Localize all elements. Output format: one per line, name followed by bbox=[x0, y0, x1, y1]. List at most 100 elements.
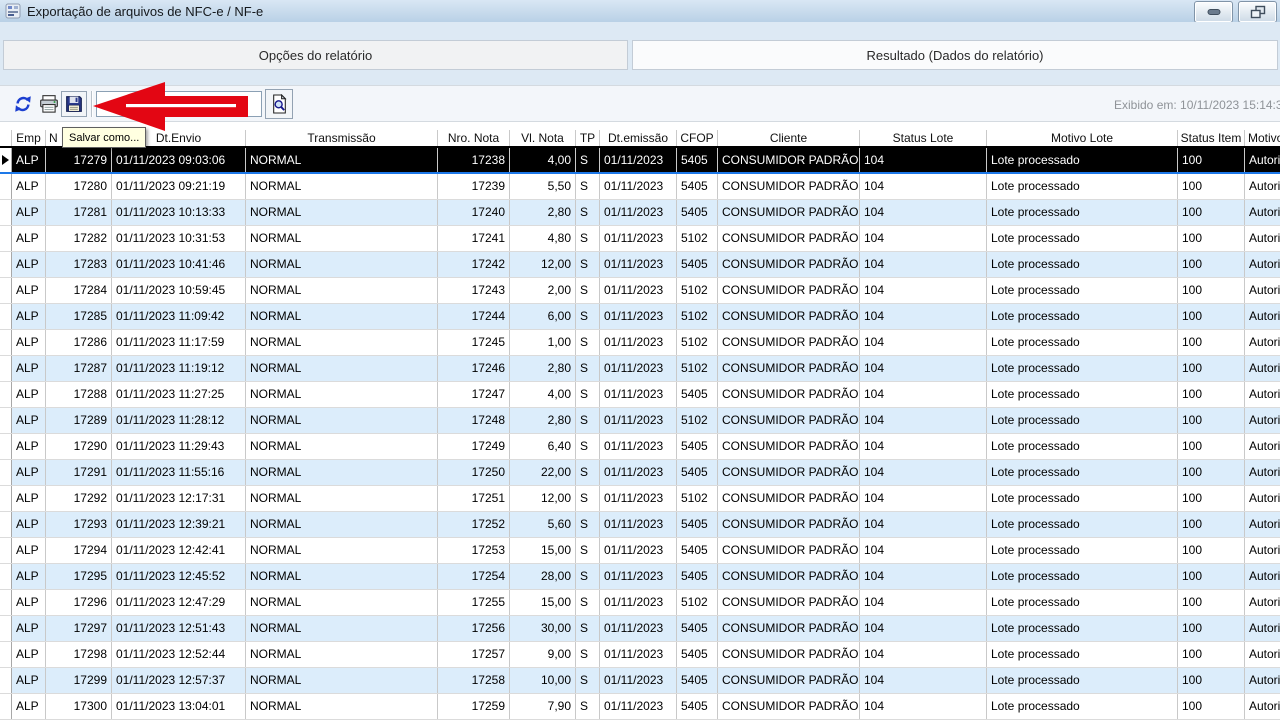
grid-cell-emp[interactable]: ALP bbox=[12, 616, 46, 641]
grid-cell-dt_envio[interactable]: 01/11/2023 09:03:06 bbox=[112, 148, 246, 172]
grid-cell-status_lote[interactable]: 104 bbox=[860, 434, 987, 459]
grid-cell-tp[interactable]: S bbox=[576, 174, 600, 199]
grid-cell-status_lote[interactable]: 104 bbox=[860, 356, 987, 381]
grid-cell-transmissao[interactable]: NORMAL bbox=[246, 408, 438, 433]
grid-cell-cliente[interactable]: CONSUMIDOR PADRÃO bbox=[718, 694, 860, 719]
grid-cell-status_lote[interactable]: 104 bbox=[860, 616, 987, 641]
grid-cell-motivo_lote[interactable]: Lote processado bbox=[987, 408, 1178, 433]
grid-cell-tp[interactable]: S bbox=[576, 304, 600, 329]
grid-cell-status_lote[interactable]: 104 bbox=[860, 148, 987, 172]
grid-cell-dt_emissao[interactable]: 01/11/2023 bbox=[600, 330, 677, 355]
grid-cell-motivo_lote[interactable]: Lote processado bbox=[987, 486, 1178, 511]
grid-cell-cliente[interactable]: CONSUMIDOR PADRÃO bbox=[718, 382, 860, 407]
grid-cell-nro_nota[interactable]: 17250 bbox=[438, 460, 510, 485]
grid-cell-emp[interactable]: ALP bbox=[12, 408, 46, 433]
grid-cell-status_item[interactable]: 100 bbox=[1178, 538, 1245, 563]
grid-cell-motivo_lote[interactable]: Lote processado bbox=[987, 226, 1178, 251]
grid-cell-transmissao[interactable]: NORMAL bbox=[246, 200, 438, 225]
grid-cell-dt_emissao[interactable]: 01/11/2023 bbox=[600, 174, 677, 199]
preview-button[interactable] bbox=[265, 89, 293, 119]
grid-cell-cliente[interactable]: CONSUMIDOR PADRÃO bbox=[718, 590, 860, 615]
grid-cell-motivo[interactable]: Autori bbox=[1245, 200, 1280, 225]
grid-cell-status_lote[interactable]: 104 bbox=[860, 226, 987, 251]
table-row[interactable]: ALP1728901/11/2023 11:28:12NORMAL172482,… bbox=[0, 408, 1280, 434]
grid-cell-dt_emissao[interactable]: 01/11/2023 bbox=[600, 668, 677, 693]
print-button[interactable] bbox=[36, 91, 62, 117]
grid-cell-dt_emissao[interactable]: 01/11/2023 bbox=[600, 512, 677, 537]
grid-cell-dt_emissao[interactable]: 01/11/2023 bbox=[600, 148, 677, 172]
grid-cell-cliente[interactable]: CONSUMIDOR PADRÃO bbox=[718, 356, 860, 381]
grid-cell-status_lote[interactable]: 104 bbox=[860, 694, 987, 719]
grid-cell-dt_envio[interactable]: 01/11/2023 09:21:19 bbox=[112, 174, 246, 199]
grid-cell-tp[interactable]: S bbox=[576, 148, 600, 172]
grid-cell-lote[interactable]: 17287 bbox=[46, 356, 112, 381]
grid-cell-status_item[interactable]: 100 bbox=[1178, 226, 1245, 251]
grid-cell-transmissao[interactable]: NORMAL bbox=[246, 564, 438, 589]
grid-cell-transmissao[interactable]: NORMAL bbox=[246, 590, 438, 615]
grid-cell-transmissao[interactable]: NORMAL bbox=[246, 174, 438, 199]
grid-cell-cfop[interactable]: 5102 bbox=[677, 486, 718, 511]
grid-cell-vl_nota[interactable]: 12,00 bbox=[510, 486, 576, 511]
grid-cell-nro_nota[interactable]: 17245 bbox=[438, 330, 510, 355]
table-row[interactable]: ALP1729901/11/2023 12:57:37NORMAL1725810… bbox=[0, 668, 1280, 694]
grid-cell-vl_nota[interactable]: 10,00 bbox=[510, 668, 576, 693]
grid-cell-lote[interactable]: 17292 bbox=[46, 486, 112, 511]
grid-cell-nro_nota[interactable]: 17238 bbox=[438, 148, 510, 172]
grid-cell-vl_nota[interactable]: 2,80 bbox=[510, 200, 576, 225]
table-row[interactable]: ALP1729701/11/2023 12:51:43NORMAL1725630… bbox=[0, 616, 1280, 642]
grid-cell-lote[interactable]: 17288 bbox=[46, 382, 112, 407]
grid-cell-status_lote[interactable]: 104 bbox=[860, 512, 987, 537]
grid-cell-dt_envio[interactable]: 01/11/2023 11:09:42 bbox=[112, 304, 246, 329]
grid-cell-nro_nota[interactable]: 17241 bbox=[438, 226, 510, 251]
grid-cell-emp[interactable]: ALP bbox=[12, 434, 46, 459]
grid-cell-vl_nota[interactable]: 6,40 bbox=[510, 434, 576, 459]
grid-cell-nro_nota[interactable]: 17253 bbox=[438, 538, 510, 563]
grid-cell-motivo_lote[interactable]: Lote processado bbox=[987, 304, 1178, 329]
grid-cell-lote[interactable]: 17290 bbox=[46, 434, 112, 459]
grid-cell-cfop[interactable]: 5405 bbox=[677, 200, 718, 225]
grid-cell-status_lote[interactable]: 104 bbox=[860, 200, 987, 225]
grid-cell-emp[interactable]: ALP bbox=[12, 486, 46, 511]
grid-cell-motivo[interactable]: Autori bbox=[1245, 382, 1280, 407]
grid-cell-emp[interactable]: ALP bbox=[12, 200, 46, 225]
grid-cell-status_item[interactable]: 100 bbox=[1178, 148, 1245, 172]
grid-cell-status_item[interactable]: 100 bbox=[1178, 460, 1245, 485]
grid-cell-tp[interactable]: S bbox=[576, 694, 600, 719]
table-row[interactable]: ALP1729501/11/2023 12:45:52NORMAL1725428… bbox=[0, 564, 1280, 590]
grid-cell-dt_emissao[interactable]: 01/11/2023 bbox=[600, 226, 677, 251]
grid-cell-nro_nota[interactable]: 17257 bbox=[438, 642, 510, 667]
grid-cell-tp[interactable]: S bbox=[576, 434, 600, 459]
grid-cell-dt_envio[interactable]: 01/11/2023 11:55:16 bbox=[112, 460, 246, 485]
grid-cell-lote[interactable]: 17294 bbox=[46, 538, 112, 563]
grid-cell-tp[interactable]: S bbox=[576, 590, 600, 615]
grid-cell-motivo[interactable]: Autori bbox=[1245, 226, 1280, 251]
table-row[interactable]: ALP1728001/11/2023 09:21:19NORMAL172395,… bbox=[0, 174, 1280, 200]
grid-cell-cliente[interactable]: CONSUMIDOR PADRÃO bbox=[718, 642, 860, 667]
table-row[interactable]: ALP1728201/11/2023 10:31:53NORMAL172414,… bbox=[0, 226, 1280, 252]
grid-cell-lote[interactable]: 17299 bbox=[46, 668, 112, 693]
grid-cell-emp[interactable]: ALP bbox=[12, 460, 46, 485]
grid-cell-cliente[interactable]: CONSUMIDOR PADRÃO bbox=[718, 486, 860, 511]
tab-opcoes-relatorio[interactable]: Opções do relatório bbox=[3, 40, 628, 70]
grid-cell-emp[interactable]: ALP bbox=[12, 512, 46, 537]
grid-cell-emp[interactable]: ALP bbox=[12, 668, 46, 693]
grid-cell-tp[interactable]: S bbox=[576, 512, 600, 537]
table-row[interactable]: ALP1730001/11/2023 13:04:01NORMAL172597,… bbox=[0, 694, 1280, 720]
grid-cell-cfop[interactable]: 5405 bbox=[677, 642, 718, 667]
grid-cell-transmissao[interactable]: NORMAL bbox=[246, 668, 438, 693]
grid-cell-nro_nota[interactable]: 17240 bbox=[438, 200, 510, 225]
grid-cell-motivo_lote[interactable]: Lote processado bbox=[987, 590, 1178, 615]
grid-cell-dt_envio[interactable]: 01/11/2023 11:17:59 bbox=[112, 330, 246, 355]
grid-cell-emp[interactable]: ALP bbox=[12, 564, 46, 589]
table-row[interactable]: ALP1729101/11/2023 11:55:16NORMAL1725022… bbox=[0, 460, 1280, 486]
grid-cell-lote[interactable]: 17286 bbox=[46, 330, 112, 355]
grid-cell-emp[interactable]: ALP bbox=[12, 148, 46, 172]
grid-cell-nro_nota[interactable]: 17251 bbox=[438, 486, 510, 511]
grid-cell-status_lote[interactable]: 104 bbox=[860, 538, 987, 563]
grid-cell-motivo[interactable]: Autori bbox=[1245, 486, 1280, 511]
grid-cell-nro_nota[interactable]: 17244 bbox=[438, 304, 510, 329]
grid-cell-motivo[interactable]: Autori bbox=[1245, 408, 1280, 433]
grid-cell-transmissao[interactable]: NORMAL bbox=[246, 226, 438, 251]
grid-cell-cfop[interactable]: 5102 bbox=[677, 330, 718, 355]
grid-cell-status_item[interactable]: 100 bbox=[1178, 616, 1245, 641]
